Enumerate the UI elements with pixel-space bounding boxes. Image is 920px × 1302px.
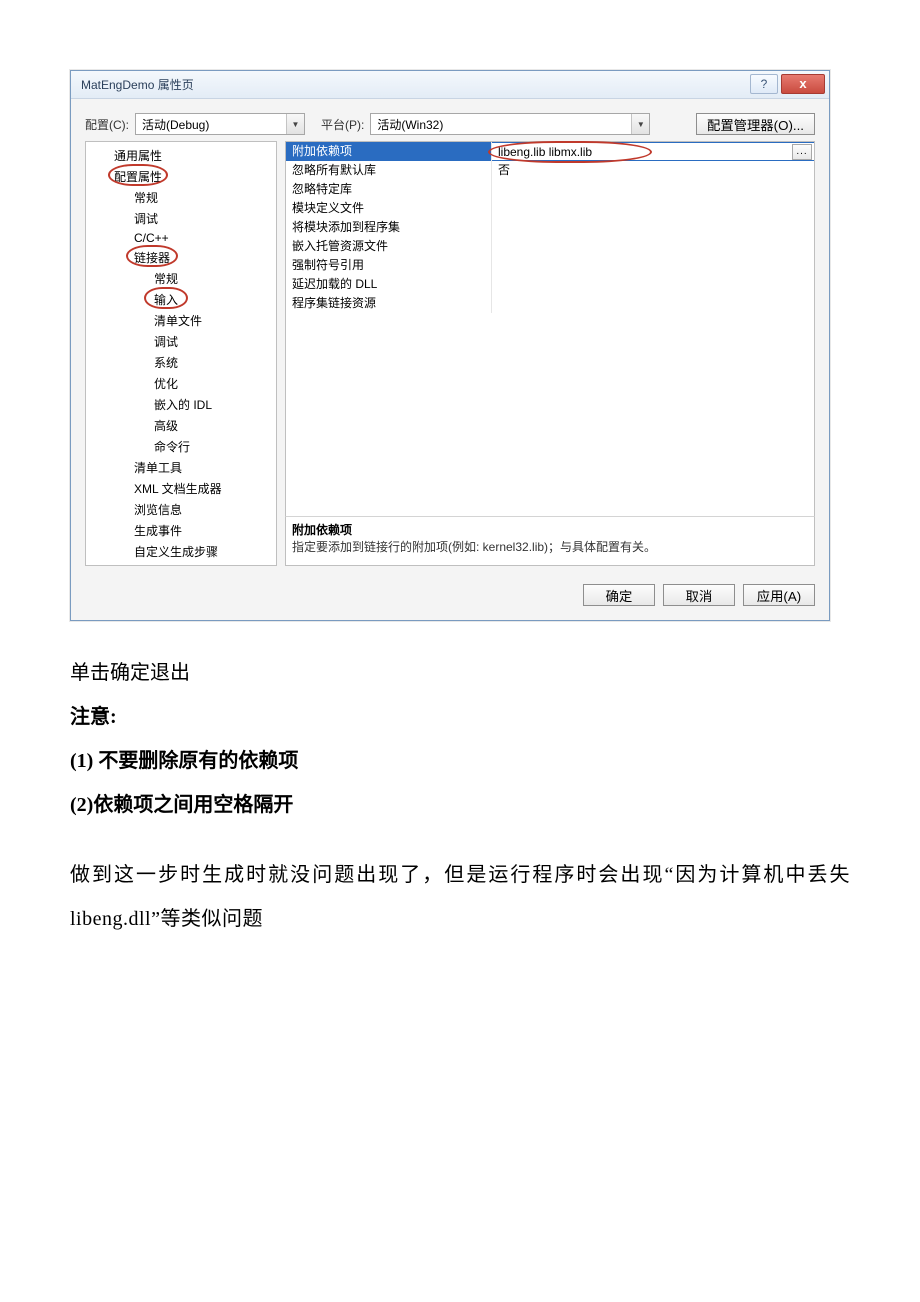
prop-label: 将模块添加到程序集 xyxy=(286,218,492,237)
prop-row-ignore-all-default[interactable]: 忽略所有默认库 否 xyxy=(286,161,814,180)
config-combo[interactable]: 活动(Debug) ▼ xyxy=(135,113,305,135)
config-manager-button[interactable]: 配置管理器(O)... xyxy=(696,113,815,135)
chevron-down-icon: ▼ xyxy=(286,114,304,134)
doc-line-2: 注意: xyxy=(70,695,850,739)
ok-button[interactable]: 确定 xyxy=(583,584,655,606)
prop-row-assembly-link-resource[interactable]: 程序集链接资源 xyxy=(286,294,814,313)
prop-value[interactable] xyxy=(492,256,814,275)
tree-item-linker-debug[interactable]: 调试 xyxy=(86,331,276,352)
close-button[interactable]: x xyxy=(781,74,825,94)
desc-text: 指定要添加到链接行的附加项(例如: kernel32.lib)；与具体配置有关。 xyxy=(292,538,808,555)
prop-label: 强制符号引用 xyxy=(286,256,492,275)
tree-item-xml-doc[interactable]: XML 文档生成器 xyxy=(86,478,276,499)
tree-item-linker[interactable]: 链接器 xyxy=(86,247,276,268)
apply-button[interactable]: 应用(A) xyxy=(743,584,815,606)
tree-item-general[interactable]: 常规 xyxy=(86,187,276,208)
platform-label: 平台(P): xyxy=(321,116,364,133)
chevron-down-icon: ▼ xyxy=(631,114,649,134)
prop-value[interactable]: 否 xyxy=(492,161,814,180)
prop-label: 忽略特定库 xyxy=(286,180,492,199)
tree-item-linker-input[interactable]: 输入 xyxy=(86,289,276,310)
prop-row-additional-dependencies[interactable]: 附加依赖项 libeng.lib libmx.lib ... xyxy=(286,142,814,161)
config-label: 配置(C): xyxy=(85,116,129,133)
prop-row-ignore-specific[interactable]: 忽略特定库 xyxy=(286,180,814,199)
doc-line-1: 单击确定退出 xyxy=(70,651,850,695)
property-grid: 附加依赖项 libeng.lib libmx.lib ... 忽略所有默认库 否… xyxy=(285,141,815,517)
prop-row-delay-load-dll[interactable]: 延迟加载的 DLL xyxy=(286,275,814,294)
cancel-button[interactable]: 取消 xyxy=(663,584,735,606)
description-box: 附加依赖项 指定要添加到链接行的附加项(例如: kernel32.lib)；与具… xyxy=(285,516,815,566)
doc-line-4: (2)依赖项之间用空格隔开 xyxy=(70,783,850,827)
prop-label: 模块定义文件 xyxy=(286,199,492,218)
dialog-body: 通用属性 配置属性 常规 调试 C/C++ 链接器 常规 输入 清单文件 调试 … xyxy=(71,141,829,576)
dialog-button-row: 确定 取消 应用(A) xyxy=(71,576,829,620)
titlebar: MatEngDemo 属性页 ? x xyxy=(71,71,829,99)
prop-row-embed-managed-resource[interactable]: 嵌入托管资源文件 xyxy=(286,237,814,256)
config-toolbar: 配置(C): 活动(Debug) ▼ 平台(P): 活动(Win32) ▼ 配置… xyxy=(71,99,829,141)
tree-item-browse-info[interactable]: 浏览信息 xyxy=(86,499,276,520)
tree-panel: 通用属性 配置属性 常规 调试 C/C++ 链接器 常规 输入 清单文件 调试 … xyxy=(85,141,277,566)
prop-value[interactable] xyxy=(492,180,814,199)
tree-item-debugging[interactable]: 调试 xyxy=(86,208,276,229)
tree-item-config-props[interactable]: 配置属性 xyxy=(86,166,276,187)
platform-value: 活动(Win32) xyxy=(371,116,631,133)
help-button[interactable]: ? xyxy=(750,74,778,94)
prop-label: 附加依赖项 xyxy=(286,142,492,161)
tree-item-commandline[interactable]: 命令行 xyxy=(86,436,276,457)
property-dialog: MatEngDemo 属性页 ? x 配置(C): 活动(Debug) ▼ 平台… xyxy=(70,70,830,621)
desc-title: 附加依赖项 xyxy=(292,521,808,538)
prop-value[interactable] xyxy=(492,199,814,218)
prop-value[interactable] xyxy=(492,237,814,256)
tree-item-common[interactable]: 通用属性 xyxy=(86,145,276,166)
titlebar-text: MatEngDemo 属性页 xyxy=(81,76,750,93)
prop-label: 忽略所有默认库 xyxy=(286,161,492,180)
tree-item-build-events[interactable]: 生成事件 xyxy=(86,520,276,541)
tree-item-optimization[interactable]: 优化 xyxy=(86,373,276,394)
prop-row-force-symbol-ref[interactable]: 强制符号引用 xyxy=(286,256,814,275)
tree-item-advanced[interactable]: 高级 xyxy=(86,415,276,436)
tree-item-embedded-idl[interactable]: 嵌入的 IDL xyxy=(86,394,276,415)
prop-value-text: libeng.lib libmx.lib xyxy=(498,145,592,159)
prop-label: 程序集链接资源 xyxy=(286,294,492,313)
tree-item-custom-build[interactable]: 自定义生成步骤 xyxy=(86,541,276,562)
tree-item-manifest-file[interactable]: 清单文件 xyxy=(86,310,276,331)
tree-item-manifest-tool[interactable]: 清单工具 xyxy=(86,457,276,478)
browse-ellipsis-button[interactable]: ... xyxy=(792,144,812,160)
prop-label: 延迟加载的 DLL xyxy=(286,275,492,294)
prop-value[interactable] xyxy=(492,275,814,294)
tree-item-linker-general[interactable]: 常规 xyxy=(86,268,276,289)
config-value: 活动(Debug) xyxy=(136,116,286,133)
titlebar-buttons: ? x xyxy=(750,74,829,96)
prop-row-module-def[interactable]: 模块定义文件 xyxy=(286,199,814,218)
doc-paragraph: 做到这一步时生成时就没问题出现了，但是运行程序时会出现“因为计算机中丢失 lib… xyxy=(70,853,850,941)
tree-item-cpp[interactable]: C/C++ xyxy=(86,229,276,247)
platform-combo[interactable]: 活动(Win32) ▼ xyxy=(370,113,650,135)
prop-value[interactable] xyxy=(492,294,814,313)
property-panel: 附加依赖项 libeng.lib libmx.lib ... 忽略所有默认库 否… xyxy=(285,141,815,566)
tree-item-system[interactable]: 系统 xyxy=(86,352,276,373)
prop-label: 嵌入托管资源文件 xyxy=(286,237,492,256)
prop-value[interactable] xyxy=(492,218,814,237)
prop-value[interactable]: libeng.lib libmx.lib ... xyxy=(492,142,814,161)
prop-row-add-module-to-assembly[interactable]: 将模块添加到程序集 xyxy=(286,218,814,237)
doc-line-3: (1) 不要删除原有的依赖项 xyxy=(70,739,850,783)
